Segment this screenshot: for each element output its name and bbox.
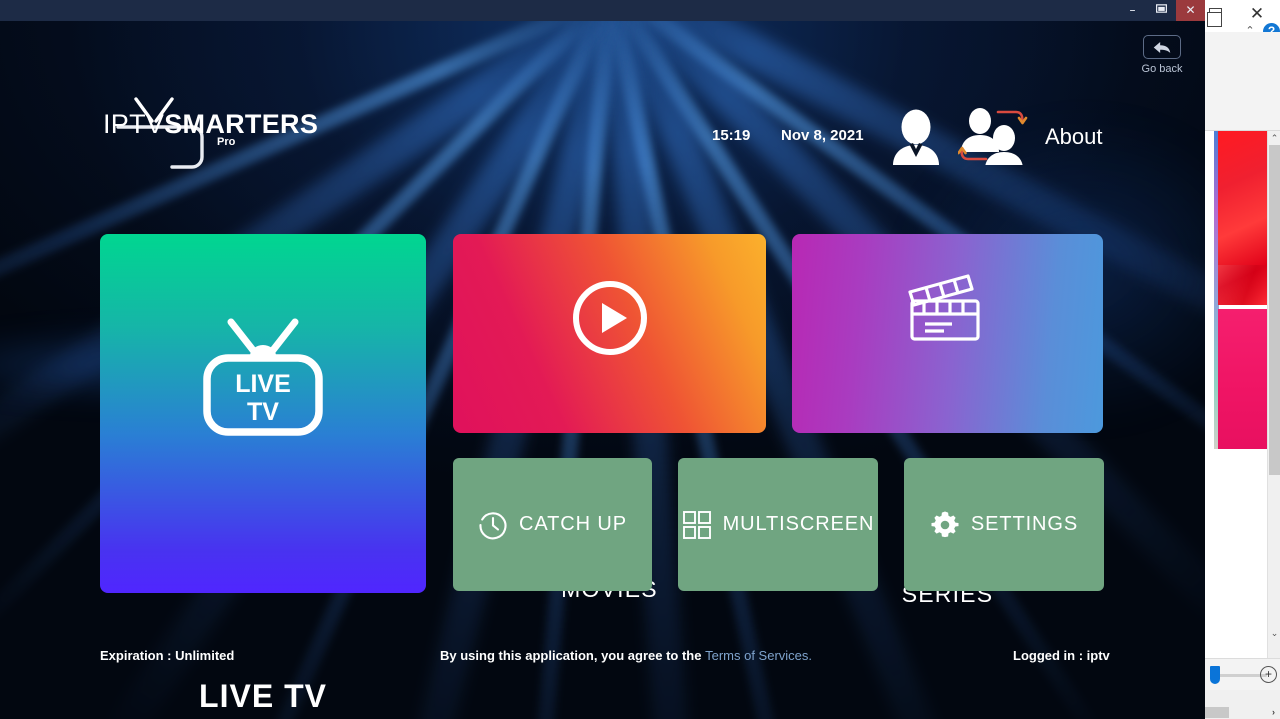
user-avatar-icon[interactable] bbox=[890, 107, 942, 165]
maximize-restore-button[interactable] bbox=[1147, 0, 1176, 21]
vertical-scrollbar[interactable]: ⌃ ⌄ bbox=[1267, 131, 1280, 658]
go-back-button[interactable]: Go back bbox=[1131, 35, 1193, 87]
tile-series[interactable]: SERIES bbox=[792, 234, 1103, 607]
hscrollbar-thumb[interactable] bbox=[1205, 707, 1229, 718]
logo-text-part2: SMARTERS bbox=[164, 109, 319, 139]
restore-window-icon[interactable] bbox=[1207, 8, 1222, 27]
svg-text:TV: TV bbox=[247, 398, 279, 426]
horizontal-scrollbar[interactable] bbox=[1205, 706, 1267, 719]
about-link[interactable]: About bbox=[1045, 124, 1103, 150]
tile-movies[interactable]: MOVIES bbox=[453, 234, 766, 602]
logo-text: IPTVSMARTERS bbox=[103, 109, 318, 140]
scroll-right-icon[interactable]: › bbox=[1267, 706, 1280, 719]
app-content: Go back IPTVSMARTERS Pro 15:19 Nov 8, 20… bbox=[0, 21, 1205, 719]
background-photo-window[interactable]: ✕ ⌃ ? ⌃ ⌄ › + bbox=[1205, 0, 1280, 719]
minimize-button[interactable]: – bbox=[1118, 0, 1147, 21]
tile-multiscreen[interactable]: MULTISCREEN bbox=[678, 458, 878, 591]
footer-logged-in: Logged in : iptv bbox=[1013, 648, 1110, 663]
zoom-in-icon[interactable]: + bbox=[1260, 666, 1277, 683]
tile-settings-label: SETTINGS bbox=[970, 513, 1079, 535]
play-circle-icon bbox=[571, 279, 649, 357]
switch-user-icon[interactable] bbox=[957, 107, 1028, 169]
background-window-titlebar: ✕ ⌃ ? bbox=[1205, 0, 1280, 40]
scroll-up-icon[interactable]: ⌃ bbox=[1268, 131, 1280, 145]
footer-terms-prefix: By using this application, you agree to … bbox=[440, 648, 706, 663]
close-button[interactable]: ✕ bbox=[1176, 0, 1205, 21]
scrollbar-thumb[interactable] bbox=[1269, 145, 1280, 475]
tile-live-tv[interactable]: LIVE TV LIVE TV bbox=[100, 234, 426, 714]
background-window-toolbar bbox=[1205, 32, 1280, 131]
tile-catch-up-label: CATCH UP bbox=[519, 513, 627, 535]
clapperboard-icon bbox=[906, 274, 990, 344]
scroll-down-icon[interactable]: ⌄ bbox=[1268, 626, 1280, 640]
tile-multiscreen-label: MULTISCREEN bbox=[722, 513, 875, 535]
grid-four-icon bbox=[682, 510, 712, 540]
zoom-slider-bar[interactable]: + bbox=[1205, 658, 1280, 690]
live-tv-icon: LIVE TV bbox=[198, 316, 328, 436]
photo-pink-image bbox=[1218, 309, 1268, 449]
back-arrow-icon bbox=[1143, 35, 1181, 59]
header-time: 15:19 bbox=[712, 127, 751, 144]
clock-history-icon bbox=[478, 510, 508, 540]
footer-expiration: Expiration : Unlimited bbox=[100, 648, 235, 663]
tile-catch-up[interactable]: CATCH UP bbox=[453, 458, 652, 591]
logo-pro-label: Pro bbox=[217, 136, 236, 148]
gear-icon bbox=[930, 510, 960, 540]
terms-of-services-link[interactable]: Terms of Services. bbox=[705, 648, 812, 663]
go-back-label: Go back bbox=[1141, 63, 1183, 75]
app-titlebar[interactable]: – ✕ bbox=[0, 0, 1205, 21]
zoom-slider-handle[interactable] bbox=[1210, 666, 1220, 684]
tile-live-tv-label: LIVE TV bbox=[199, 678, 327, 714]
logo-text-part1: IPTV bbox=[103, 109, 165, 139]
svg-text:LIVE: LIVE bbox=[235, 370, 291, 398]
close-icon[interactable]: ✕ bbox=[1249, 6, 1265, 23]
iptv-smarters-app-window: – ✕ Go back IPTVSMARTERS Pro 15:19 Nov 8… bbox=[0, 0, 1205, 719]
photo-red-image bbox=[1218, 131, 1268, 305]
header-date: Nov 8, 2021 bbox=[781, 127, 864, 144]
footer-terms: By using this application, you agree to … bbox=[440, 648, 812, 663]
tile-settings[interactable]: SETTINGS bbox=[904, 458, 1104, 591]
